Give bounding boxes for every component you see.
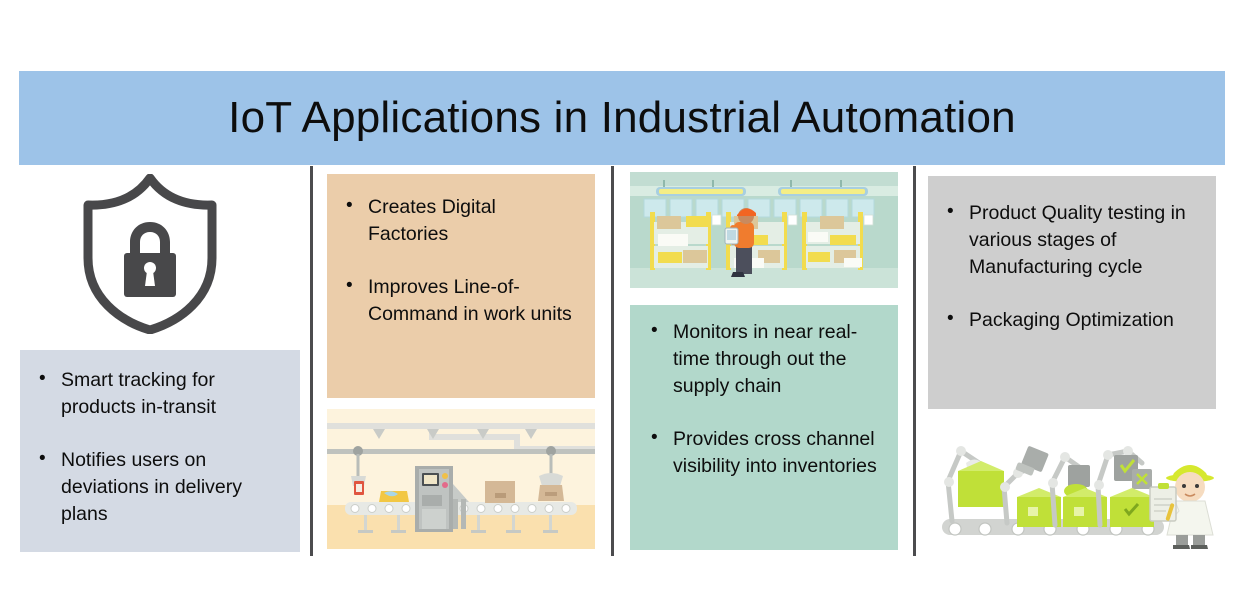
robotic-arms-inspection-illustration xyxy=(928,425,1220,553)
quality-text-box: Product Quality testing in various stage… xyxy=(928,176,1216,409)
list-item: Creates Digital Factories xyxy=(337,193,581,248)
column-divider-3 xyxy=(913,166,916,556)
supply-chain-bullet-list: Monitors in near real-time through out t… xyxy=(642,318,888,480)
list-item: Notifies users on deviations in delivery… xyxy=(30,446,288,528)
digital-factory-text-box: Creates Digital Factories Improves Line-… xyxy=(327,174,595,398)
quality-bullet-list: Product Quality testing in various stage… xyxy=(938,199,1204,334)
list-item: Product Quality testing in various stage… xyxy=(938,199,1204,281)
shield-lock-icon xyxy=(76,174,224,334)
list-item: Smart tracking for products in-transit xyxy=(30,366,288,421)
slide-canvas: IoT Applications in Industrial Automatio… xyxy=(0,0,1238,612)
warehouse-worker-illustration xyxy=(630,172,898,288)
list-item: Packaging Optimization xyxy=(938,306,1204,334)
column-divider-2 xyxy=(611,166,614,556)
page-title: IoT Applications in Industrial Automatio… xyxy=(228,93,1016,142)
conveyor-belt-illustration xyxy=(327,409,595,549)
list-item: Improves Line-of-Command in work units xyxy=(337,273,581,328)
supply-chain-text-box: Monitors in near real-time through out t… xyxy=(630,305,898,550)
list-item: Monitors in near real-time through out t… xyxy=(642,318,888,400)
title-banner: IoT Applications in Industrial Automatio… xyxy=(19,71,1225,165)
column-divider-1 xyxy=(310,166,313,556)
tracking-bullet-list: Smart tracking for products in-transit N… xyxy=(30,366,288,528)
tracking-text-box: Smart tracking for products in-transit N… xyxy=(20,350,300,552)
list-item: Provides cross channel visibility into i… xyxy=(642,425,888,480)
digital-factory-bullet-list: Creates Digital Factories Improves Line-… xyxy=(337,193,581,328)
